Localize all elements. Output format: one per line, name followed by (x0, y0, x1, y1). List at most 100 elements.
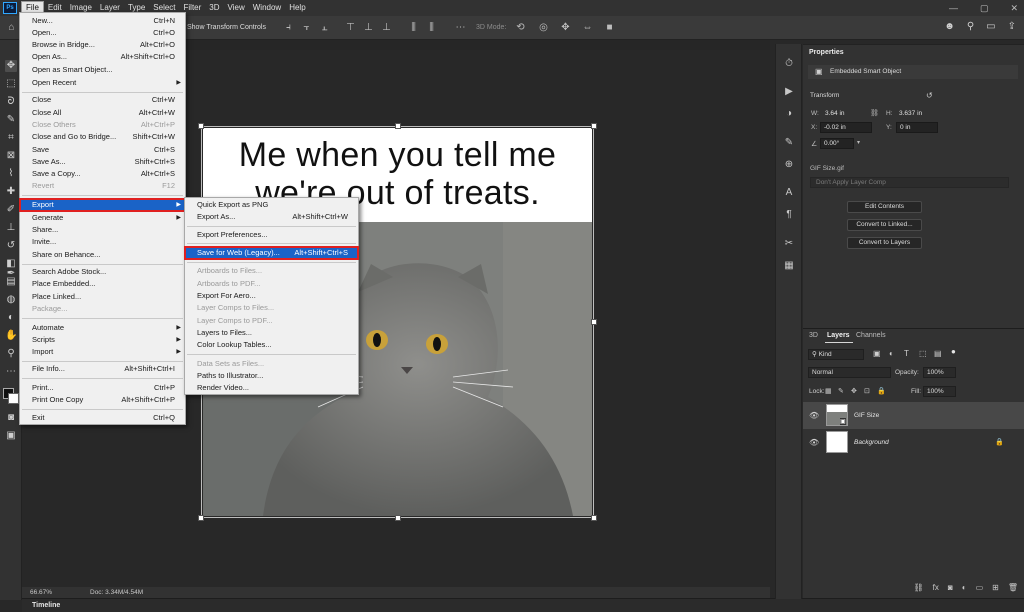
layer-comp-dropdown[interactable]: Don't Apply Layer Comp (810, 177, 1009, 188)
3d-scale-icon[interactable]: ■ (604, 22, 615, 33)
move-tool-icon[interactable]: ✥ (5, 60, 17, 72)
blend-mode-dropdown[interactable]: Normal (808, 367, 891, 378)
blur-tool-icon[interactable]: ◍ (5, 294, 17, 306)
menu-item-save-for-web[interactable]: Save for Web (Legacy)... Alt+Shift+Ctrl+S (184, 246, 359, 260)
tools-preset-icon[interactable]: ✂ (783, 238, 795, 250)
zoom-level[interactable]: 66.67% (30, 589, 52, 596)
layer-row[interactable]: 👁 Background 🔒 (803, 429, 1024, 456)
hand-tool-icon[interactable]: ✋ (5, 330, 17, 342)
menu-item-close[interactable]: Close Ctrl+W (20, 94, 185, 106)
align-middle-icon[interactable]: ⊥ (363, 22, 374, 33)
menu-item-color-lookup[interactable]: Color Lookup Tables... (185, 339, 358, 351)
distribute-h-icon[interactable]: ⫼ (426, 22, 437, 33)
y-position-field[interactable]: 0 in (896, 122, 938, 133)
clone-source-panel-icon[interactable]: ⊕ (783, 159, 795, 171)
reset-transform-icon[interactable]: ↺ (926, 91, 933, 100)
menu-item-render-video[interactable]: Render Video... (185, 382, 358, 394)
width-value[interactable]: 3.64 in (825, 110, 845, 117)
character-panel-icon[interactable]: A (783, 187, 795, 199)
3d-roll-icon[interactable]: ◎ (538, 22, 549, 33)
background-color-swatch[interactable] (8, 393, 19, 404)
layer-style-icon[interactable]: fx (933, 583, 939, 592)
document-size[interactable]: Doc: 3.34M/4.54M (90, 589, 143, 596)
adjustment-layer-icon[interactable]: ◐ (962, 583, 967, 592)
filter-smart-object-icon[interactable]: ▤ (934, 349, 942, 358)
menu-item-layers-to-files[interactable]: Layers to Files... (185, 327, 358, 339)
menu-item-share[interactable]: Share... (20, 224, 185, 236)
layer-name[interactable]: GIF Size (854, 412, 879, 419)
marquee-tool-icon[interactable]: ⬚ (5, 78, 17, 90)
menu-item-save-copy[interactable]: Save a Copy... Alt+Ctrl+S (20, 168, 185, 180)
menu-item-paths-illustrator[interactable]: Paths to Illustrator... (185, 370, 358, 382)
show-transform-controls-label[interactable]: Show Transform Controls (187, 24, 266, 31)
lock-position-icon[interactable]: ✥ (851, 387, 857, 395)
link-icon[interactable]: ⛓ (870, 109, 879, 117)
close-icon[interactable]: ✕ (1010, 3, 1018, 14)
healing-tool-icon[interactable]: ✚ (5, 186, 17, 198)
filter-pixel-icon[interactable]: ▣ (873, 349, 881, 358)
pen-tool-icon[interactable]: ✒ (5, 268, 17, 280)
lock-transparency-icon[interactable]: ▦ (825, 387, 832, 395)
lock-pixels-icon[interactable]: ✎ (838, 387, 844, 395)
menu-view[interactable]: View (224, 1, 249, 15)
menu-item-package[interactable]: Package... (20, 303, 185, 315)
dodge-tool-icon[interactable]: ◐ (5, 312, 17, 324)
menu-item-artboards-files[interactable]: Artboards to Files... (185, 265, 358, 277)
menu-item-layer-comps-pdf[interactable]: Layer Comps to PDF... (185, 315, 358, 327)
menu-item-open-smart-object[interactable]: Open as Smart Object... (20, 64, 185, 76)
share-icon[interactable]: ☻ (944, 21, 955, 32)
menu-item-open[interactable]: Open... Ctrl+O (20, 27, 185, 39)
layer-filter-dropdown[interactable]: ⚲ Kind (808, 349, 864, 360)
align-left-icon[interactable]: ⫞ (283, 22, 294, 33)
menu-item-export-aero[interactable]: Export For Aero... (185, 290, 358, 302)
add-mask-icon[interactable]: ◙ (948, 583, 953, 592)
new-group-icon[interactable]: ▭ (976, 583, 984, 592)
menu-item-open-recent[interactable]: Open Recent ▶ (20, 77, 185, 89)
menu-item-share-behance[interactable]: Share on Behance... (20, 249, 185, 261)
menu-help[interactable]: Help (285, 1, 309, 15)
menu-item-scripts[interactable]: Scripts ▶ (20, 334, 185, 346)
frame-tool-icon[interactable]: ⊠ (5, 150, 17, 162)
convert-to-layers-button[interactable]: Convert to Layers (847, 237, 922, 249)
menu-item-export-preferences[interactable]: Export Preferences... (185, 229, 358, 241)
brushes-panel-icon[interactable]: ✎ (783, 137, 795, 149)
menu-item-layer-comps-files[interactable]: Layer Comps to Files... (185, 302, 358, 314)
workspace-icon[interactable]: ▭ (986, 21, 995, 32)
angle-dropdown-icon[interactable]: ▾ (857, 139, 860, 146)
delete-layer-icon[interactable]: 🗑 (1008, 583, 1018, 592)
menu-item-browse-bridge[interactable]: Browse in Bridge... Alt+Ctrl+O (20, 39, 185, 51)
quick-select-tool-icon[interactable]: ✎ (5, 114, 17, 126)
menu-item-export[interactable]: Export ▶ (19, 198, 186, 212)
visibility-eye-icon[interactable]: 👁 (809, 438, 819, 447)
filter-shape-icon[interactable]: ⬚ (919, 349, 927, 358)
align-bottom-icon[interactable]: ⊥ (381, 22, 392, 33)
menu-item-revert[interactable]: Revert F12 (20, 180, 185, 192)
filter-type-icon[interactable]: T (904, 349, 909, 358)
menu-item-data-sets[interactable]: Data Sets as Files... (185, 358, 358, 370)
3d-pan-icon[interactable]: ✥ (560, 22, 571, 33)
more-tools-icon[interactable]: ⋯ (5, 366, 17, 378)
menu-item-file-info[interactable]: File Info... Alt+Shift+Ctrl+I (20, 363, 185, 375)
menu-item-automate[interactable]: Automate ▶ (20, 322, 185, 334)
filter-toggle-icon[interactable]: ● (951, 347, 956, 356)
menu-item-place-linked[interactable]: Place Linked... (20, 291, 185, 303)
menu-item-artboards-pdf[interactable]: Artboards to PDF... (185, 278, 358, 290)
menu-item-exit[interactable]: Exit Ctrl+Q (20, 412, 185, 424)
fill-field[interactable]: 100% (923, 386, 956, 397)
minimize-icon[interactable]: — (949, 3, 958, 13)
eyedropper-tool-icon[interactable]: ⌇ (5, 168, 17, 180)
x-position-field[interactable]: -0.02 in (820, 122, 872, 133)
3d-slide-icon[interactable]: ⇔ (582, 22, 593, 33)
height-value[interactable]: 3.637 in (899, 110, 922, 117)
menu-item-save-as[interactable]: Save As... Shift+Ctrl+S (20, 156, 185, 168)
menu-3d[interactable]: 3D (205, 1, 223, 15)
screen-mode-icon[interactable]: ▣ (5, 430, 17, 442)
actions-panel-icon[interactable]: ▶ (783, 86, 795, 98)
lock-all-icon[interactable]: 🔒 (877, 387, 886, 395)
angle-field[interactable]: 0.00° (820, 138, 854, 149)
tab-layers[interactable]: Layers (827, 332, 850, 339)
menu-item-close-go-bridge[interactable]: Close and Go to Bridge... Shift+Ctrl+W (20, 131, 185, 143)
layer-name[interactable]: Background (854, 439, 889, 446)
menu-item-export-as[interactable]: Export As... Alt+Shift+Ctrl+W (185, 211, 358, 223)
share-document-icon[interactable]: ⇪ (1008, 21, 1016, 32)
